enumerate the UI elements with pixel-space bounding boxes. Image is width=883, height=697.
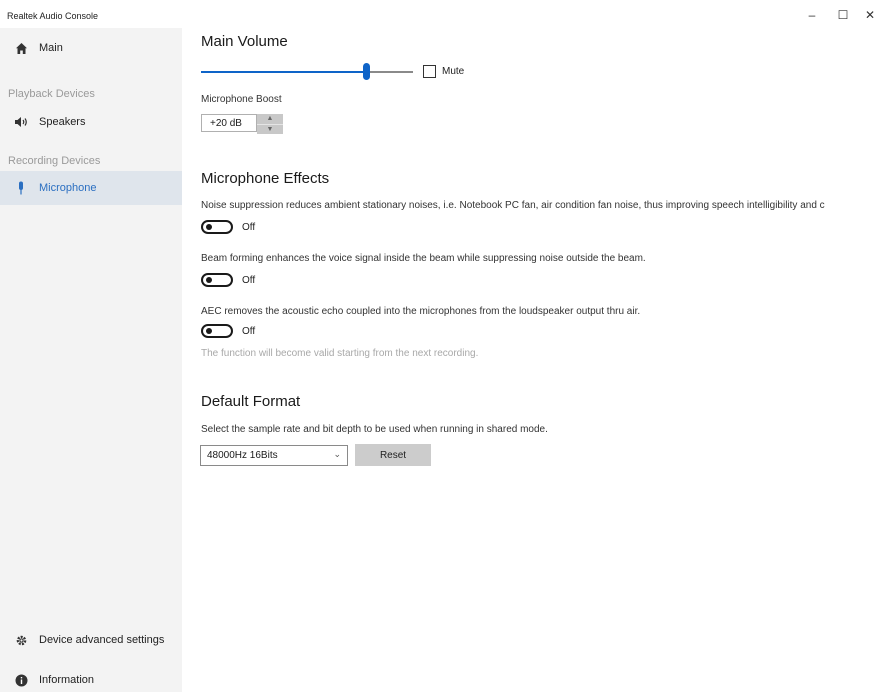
sidebar-item-label: Microphone [39, 182, 97, 194]
sidebar: Main Playback Devices Speakers Recording… [0, 28, 182, 692]
toggle-knob [206, 277, 212, 283]
mute-checkbox[interactable] [423, 65, 436, 78]
toggle-knob [206, 328, 212, 334]
microphone-boost-stepper[interactable]: +20 dB ▲ ▼ [201, 114, 283, 134]
aec-state: Off [242, 326, 256, 337]
info-icon [14, 673, 28, 687]
format-selected-value: 48000Hz 16Bits [207, 450, 278, 461]
aec-description: AEC removes the acoustic echo coupled in… [201, 306, 641, 317]
close-button[interactable]: ✕ [853, 4, 883, 26]
app-title: Realtek Audio Console [7, 11, 99, 21]
microphone-boost-label: Microphone Boost [201, 94, 282, 105]
noise-suppression-toggle[interactable] [201, 220, 233, 234]
volume-thumb[interactable] [363, 63, 370, 80]
sidebar-item-microphone[interactable]: Microphone [0, 171, 182, 205]
sidebar-item-device-advanced-settings[interactable]: Device advanced settings [0, 623, 182, 657]
main-volume-title: Main Volume [201, 33, 288, 50]
microphone-effects-title: Microphone Effects [201, 170, 330, 187]
boost-spinner: ▲ ▼ [257, 114, 283, 134]
sidebar-item-label: Main [39, 42, 63, 54]
reset-button[interactable]: Reset [355, 444, 431, 466]
app-window: Realtek Audio Console – ☐ ✕ Main Playbac… [0, 0, 883, 692]
home-icon [14, 41, 28, 55]
sidebar-item-label: Speakers [39, 116, 86, 128]
sidebar-item-speakers[interactable]: Speakers [0, 105, 182, 139]
recording-devices-header: Recording Devices [8, 155, 101, 167]
spin-up-icon[interactable]: ▲ [257, 114, 283, 125]
aec-toggle[interactable] [201, 324, 233, 338]
boost-value: +20 dB [201, 114, 257, 132]
sidebar-item-main[interactable]: Main [0, 31, 182, 65]
spin-down-icon[interactable]: ▼ [257, 125, 283, 135]
toggle-knob [206, 224, 212, 230]
default-format-description: Select the sample rate and bit depth to … [201, 424, 548, 435]
sidebar-item-label: Information [39, 674, 95, 686]
noise-suppression-state: Off [242, 222, 256, 233]
beam-forming-description: Beam forming enhances the voice signal i… [201, 253, 646, 264]
beam-forming-state: Off [242, 275, 256, 286]
main-volume-slider[interactable] [201, 62, 413, 82]
mute-label: Mute [442, 66, 465, 77]
main-content: Main Volume Mute Microphone Boost +20 dB… [182, 28, 883, 692]
noise-suppression-description: Noise suppression reduces ambient statio… [201, 200, 825, 211]
format-dropdown[interactable]: 48000Hz 16Bits ⌄ [200, 445, 348, 466]
volume-fill [201, 71, 366, 73]
sidebar-item-label: Device advanced settings [39, 634, 165, 646]
minimize-button[interactable]: – [795, 4, 829, 26]
playback-devices-header: Playback Devices [8, 88, 95, 100]
beam-forming-toggle[interactable] [201, 273, 233, 287]
gear-icon [14, 633, 28, 647]
title-bar: Realtek Audio Console – ☐ ✕ [0, 0, 883, 28]
aec-note: The function will become valid starting … [201, 348, 479, 359]
speaker-icon [14, 115, 28, 129]
chevron-down-icon: ⌄ [333, 449, 341, 459]
microphone-icon [14, 181, 28, 195]
default-format-title: Default Format [201, 393, 301, 410]
